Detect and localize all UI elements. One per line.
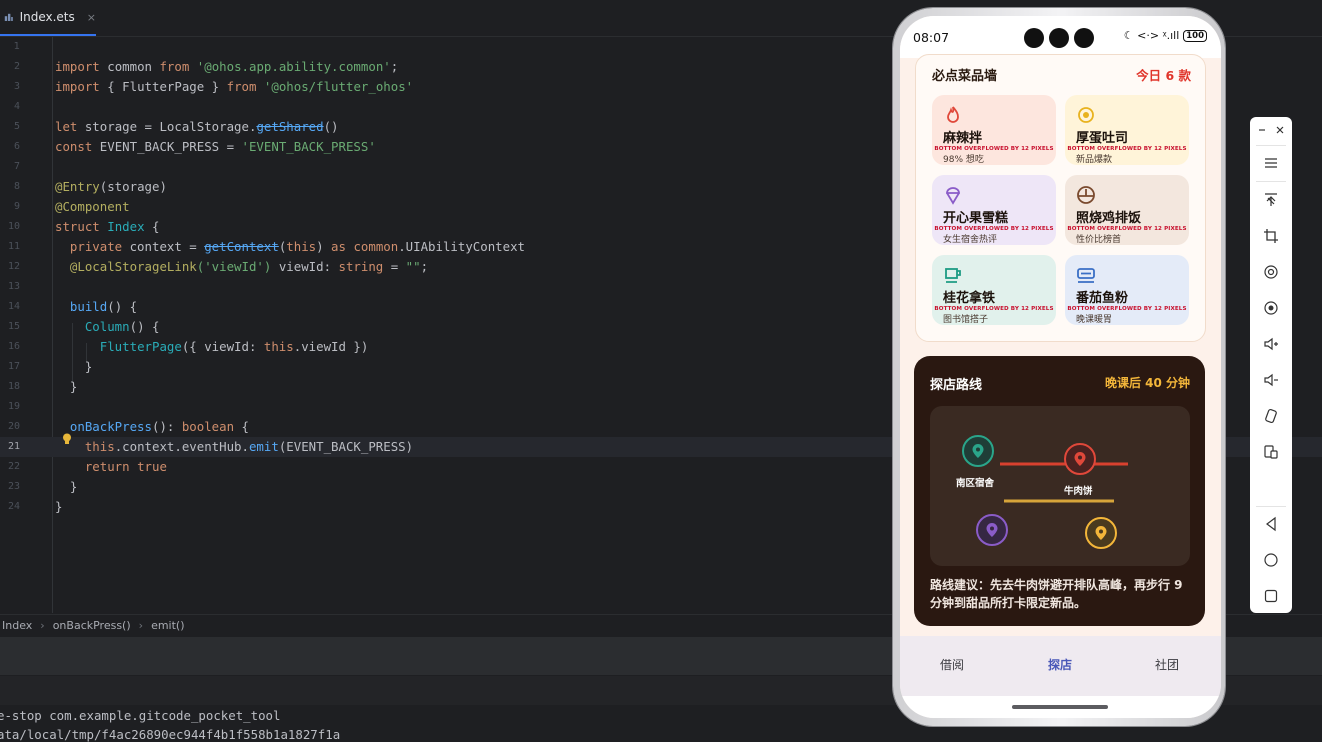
recents-icon[interactable] <box>1261 586 1281 606</box>
status-icons: ☾ <·> ᵡ.ıll 100 <box>1124 29 1207 42</box>
coffee-icon <box>945 268 961 283</box>
overflow-warning: BOTTOM OVERFLOWED BY 12 PIXELS <box>932 226 1056 232</box>
overflow-warning: BOTTOM OVERFLOWED BY 12 PIXELS <box>1065 226 1189 232</box>
back-icon[interactable] <box>1261 514 1281 534</box>
dish-subtitle: 性价比榜首 <box>1076 235 1122 245</box>
file-icon <box>4 13 13 21</box>
dish-subtitle: 新品爆款 <box>1076 155 1113 165</box>
rice-bowl-icon <box>1077 186 1095 204</box>
lightbulb-icon[interactable] <box>62 433 72 445</box>
stop-label: 牛肉饼 <box>1064 486 1093 497</box>
breadcrumb-item[interactable]: emit() <box>151 619 184 632</box>
map-pin-icon[interactable] <box>962 435 994 467</box>
status-time: 08:07 <box>913 30 950 45</box>
route-card: 探店路线 晚课后 40 分钟 南区宿舍 牛肉饼 路线建议：先去牛肉饼避开排队高峰… <box>914 356 1205 626</box>
tab-label: Index.ets <box>19 10 75 24</box>
dish-subtitle: 98% 想吃 <box>943 155 984 165</box>
dish-subtitle: 图书馆搭子 <box>943 315 989 325</box>
overflow-warning: BOTTOM OVERFLOWED BY 12 PIXELS <box>1065 306 1189 312</box>
bottom-nav: 借阅 探店 社团 <box>900 636 1221 696</box>
rotate-icon[interactable] <box>1261 262 1281 282</box>
nav-item-club[interactable]: 社团 <box>1155 656 1179 673</box>
ice-cream-icon <box>946 187 960 205</box>
menu-wall-count: 今日 6 款 <box>1136 68 1191 83</box>
status-bar: 08:07 ☾ <·> ᵡ.ıll 100 <box>900 16 1221 58</box>
noodle-icon <box>1077 268 1095 283</box>
dish-name: 厚蛋吐司 <box>1076 131 1129 146</box>
map-pin-icon[interactable] <box>976 514 1008 546</box>
menu-icon[interactable] <box>1261 153 1281 173</box>
volume-up-icon[interactable] <box>1261 334 1281 354</box>
route-time: 晚课后 40 分钟 <box>1104 376 1190 390</box>
route-tip: 路线建议：先去牛肉饼避开排队高峰，再步行 9 分钟到甜品所打卡限定新品。 <box>930 578 1183 610</box>
menu-wall-title: 必点菜品墙 <box>932 69 998 84</box>
overflow-warning: BOTTOM OVERFLOWED BY 12 PIXELS <box>932 306 1056 312</box>
dish-tile[interactable]: 桂花拿铁 图书馆搭子 BOTTOM OVERFLOWED BY 12 PIXEL… <box>932 255 1056 325</box>
dish-name: 开心果雪糕 <box>943 211 1009 226</box>
dish-name: 番茄鱼粉 <box>1076 291 1129 306</box>
home-icon[interactable] <box>1261 550 1281 570</box>
menu-wall-card: 必点菜品墙 今日 6 款 麻辣拌 98% 想吃 BOTTOM OVERFLOWE… <box>915 54 1206 342</box>
camera-icon <box>1024 28 1044 48</box>
camera-icon <box>1074 28 1094 48</box>
nav-item-borrow[interactable]: 借阅 <box>940 656 964 673</box>
multi-screen-icon[interactable] <box>1261 442 1281 462</box>
console-line: ata/local/tmp/f4ac26890ec944f4b1f558b1a1… <box>0 727 341 742</box>
dish-tile[interactable]: 番茄鱼粉 晚课暖胃 BOTTOM OVERFLOWED BY 12 PIXELS <box>1065 255 1189 325</box>
minimize-icon[interactable] <box>1254 120 1270 140</box>
pin-top-icon[interactable] <box>1261 190 1281 210</box>
tab-close-icon[interactable]: × <box>87 11 96 24</box>
egg-icon <box>1078 107 1094 123</box>
breadcrumb-item[interactable]: onBackPress() <box>53 619 131 632</box>
device-screen[interactable]: 08:07 ☾ <·> ᵡ.ıll 100 必点菜品墙 今日 6 款 麻辣拌 9… <box>900 16 1221 718</box>
overflow-warning: BOTTOM OVERFLOWED BY 12 PIXELS <box>932 146 1056 152</box>
crop-icon[interactable] <box>1261 226 1281 246</box>
dish-subtitle: 女生宿舍热评 <box>943 235 998 245</box>
dish-tile[interactable]: 开心果雪糕 女生宿舍热评 BOTTOM OVERFLOWED BY 12 PIX… <box>932 175 1056 245</box>
screenshot-icon[interactable] <box>1261 298 1281 318</box>
status-indicators: ☾ <·> ᵡ.ıll <box>1123 29 1180 42</box>
console-line: e-stop com.example.gitcode_pocket_tool <box>0 708 281 723</box>
toolbar-divider <box>1256 145 1286 146</box>
map-pin-icon[interactable] <box>1064 443 1096 475</box>
route-map[interactable]: 南区宿舍 牛肉饼 <box>930 406 1190 566</box>
dish-name: 麻辣拌 <box>943 131 983 146</box>
tab-index-ets[interactable]: Index.ets × <box>0 0 96 36</box>
overflow-warning: BOTTOM OVERFLOWED BY 12 PIXELS <box>1065 146 1189 152</box>
dish-tile[interactable]: 照烧鸡排饭 性价比榜首 BOTTOM OVERFLOWED BY 12 PIXE… <box>1065 175 1189 245</box>
dish-tile[interactable]: 麻辣拌 98% 想吃 BOTTOM OVERFLOWED BY 12 PIXEL… <box>932 95 1056 165</box>
toolbar-divider <box>1256 506 1286 507</box>
dish-name: 照烧鸡排饭 <box>1076 211 1142 226</box>
nav-item-explore[interactable]: 探店 <box>1048 656 1072 673</box>
toolbar-divider <box>1256 181 1286 182</box>
flame-icon <box>947 106 959 123</box>
route-title: 探店路线 <box>930 378 983 393</box>
emulator-toolbar <box>1250 117 1292 613</box>
dish-tile[interactable]: 厚蛋吐司 新品爆款 BOTTOM OVERFLOWED BY 12 PIXELS <box>1065 95 1189 165</box>
close-icon[interactable] <box>1272 120 1288 140</box>
battery-icon: 100 <box>1183 29 1207 42</box>
dish-name: 桂花拿铁 <box>943 291 996 306</box>
volume-down-icon[interactable] <box>1261 370 1281 390</box>
stop-label: 南区宿舍 <box>956 478 995 489</box>
breadcrumb-item[interactable]: Index <box>2 619 32 632</box>
home-indicator[interactable] <box>1012 705 1108 709</box>
map-pin-icon[interactable] <box>1085 517 1117 549</box>
dish-subtitle: 晚课暖胃 <box>1076 315 1113 325</box>
rotate-device-icon[interactable] <box>1261 406 1281 426</box>
camera-icon <box>1049 28 1069 48</box>
